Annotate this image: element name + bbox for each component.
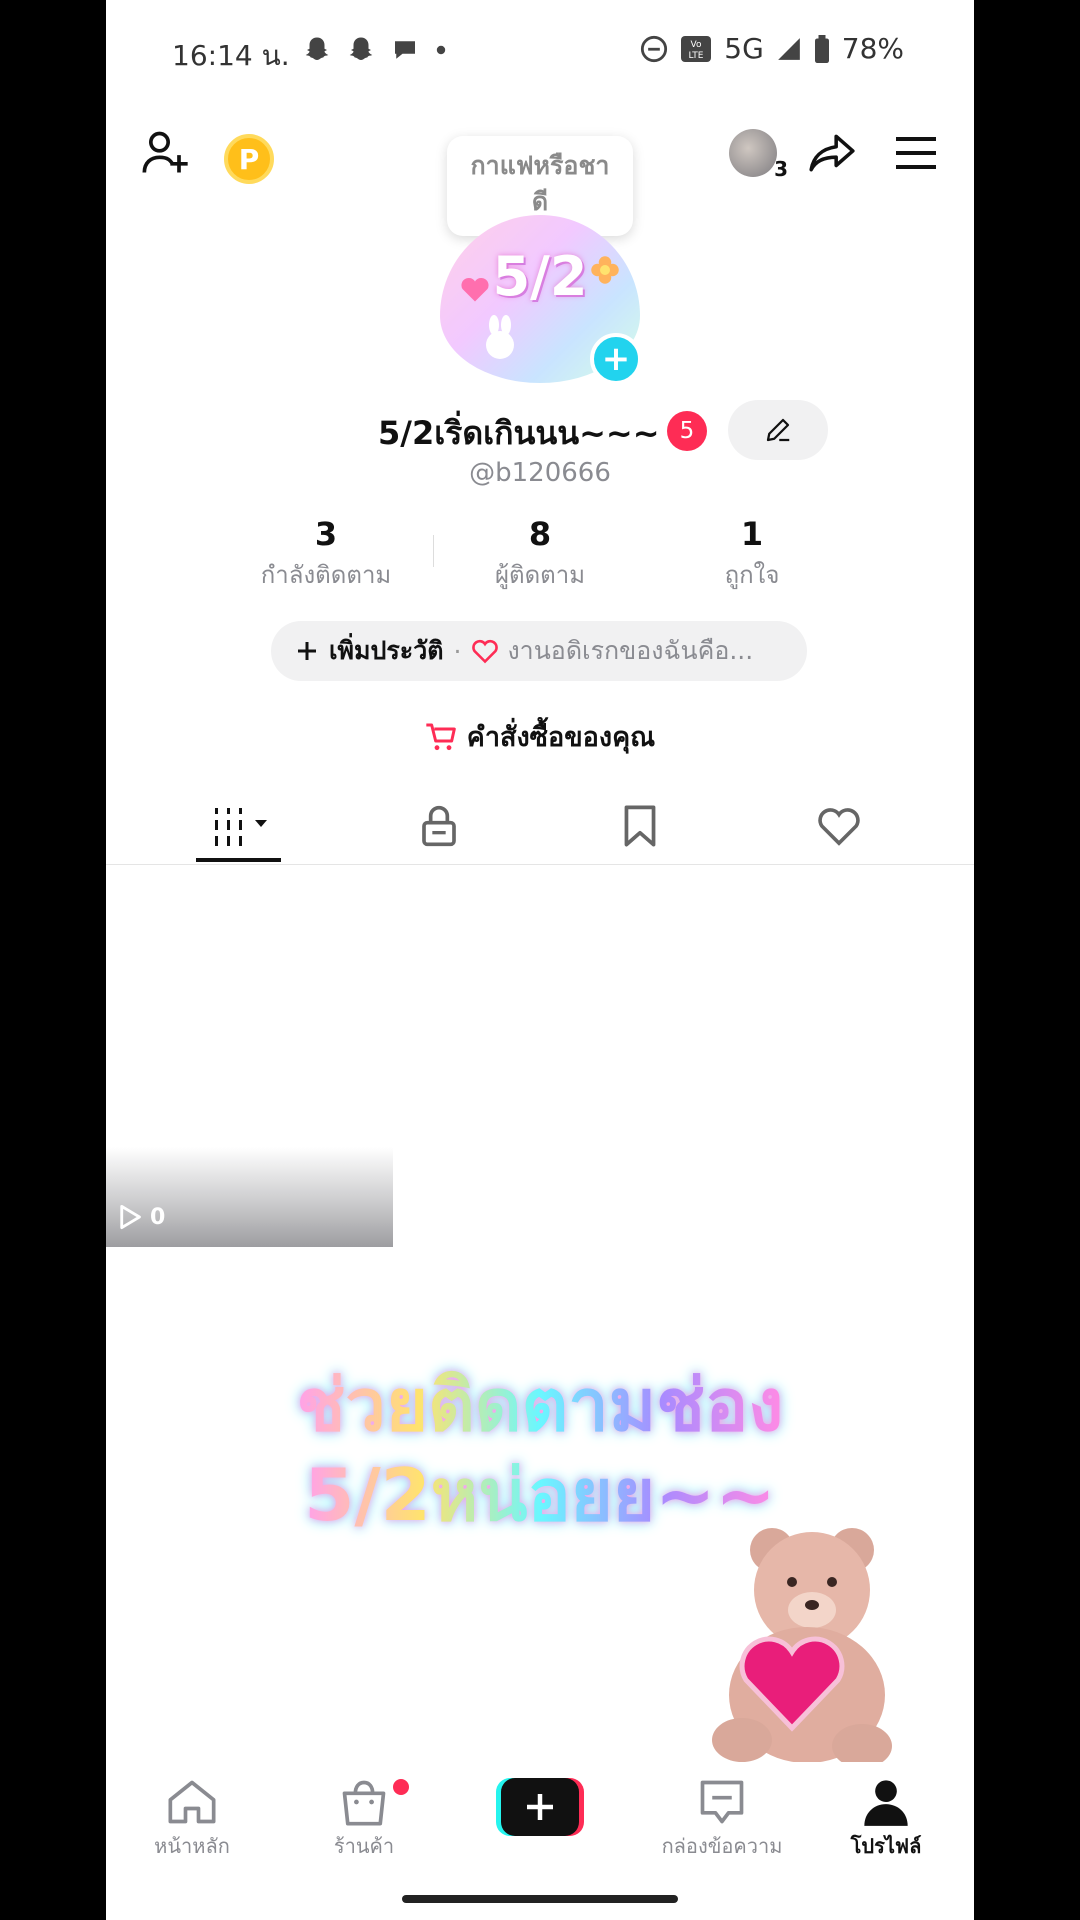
heart-outline-icon — [472, 639, 499, 664]
add-bio-label: เพิ่มประวัติ — [329, 636, 444, 665]
nav-inbox[interactable]: กล่องข้อความ — [642, 1778, 802, 1862]
view-count: 0 — [150, 1204, 166, 1230]
bookmark-icon — [624, 805, 656, 847]
shop-notification-dot — [393, 1779, 409, 1795]
nav-home[interactable]: หน้าหลัก — [112, 1778, 272, 1862]
status-left-icons — [302, 30, 448, 70]
video-view-count: 0 — [118, 1204, 165, 1230]
tab-videos[interactable] — [181, 790, 301, 862]
nav-shop[interactable]: ร้านค้า — [284, 1778, 444, 1862]
teddy-bear-sticker-icon — [712, 1528, 892, 1768]
cart-icon — [426, 723, 456, 750]
bunny-sticker-icon — [486, 315, 514, 359]
hamburger-icon — [896, 137, 936, 169]
network-type: 5G — [724, 32, 764, 65]
following-label: กำลังติดตาม — [260, 561, 392, 589]
add-friend-button[interactable] — [138, 125, 194, 181]
following-stat[interactable]: 3 กำลังติดตาม — [236, 515, 416, 594]
nav-profile[interactable]: โปรไฟล์ — [806, 1778, 966, 1862]
likes-label: ถูกใจ — [724, 561, 780, 589]
stat-divider — [433, 535, 434, 567]
home-indicator[interactable] — [402, 1895, 678, 1903]
plus-icon — [298, 642, 316, 660]
friends-count: 3 — [774, 157, 788, 181]
content-tabs — [106, 790, 974, 865]
coin-icon: P — [238, 142, 260, 176]
nav-home-label: หน้าหลัก — [154, 1834, 230, 1858]
heart-icon — [818, 808, 860, 846]
lock-icon — [422, 805, 456, 847]
likes-count: 1 — [740, 515, 764, 553]
play-icon — [120, 1204, 141, 1230]
heart-sticker-icon — [461, 277, 489, 302]
tab-saved[interactable] — [580, 790, 700, 862]
username-handle: @b120666 — [469, 458, 611, 488]
chat-bubble-icon — [395, 41, 415, 59]
pencil-icon — [766, 418, 790, 442]
notification-badge[interactable]: 5 — [667, 411, 707, 451]
bio-pill[interactable]: เพิ่มประวัติ · งานอดิเรกของฉันคือ... — [271, 621, 807, 681]
signal-icon — [777, 37, 800, 60]
flower-sticker-icon — [591, 256, 619, 284]
tab-liked[interactable] — [779, 790, 899, 862]
edit-profile-button[interactable] — [728, 400, 828, 460]
screen: 16:14 น. Vo LTE 5G 78% P กาแฟหรือชา ดี 3 … — [106, 0, 974, 1920]
following-count: 3 — [314, 515, 338, 553]
svg-text:Vo: Vo — [691, 40, 702, 50]
battery-level: 78% — [841, 32, 904, 65]
share-button[interactable] — [804, 125, 860, 181]
status-right: Vo LTE 5G 78% — [640, 32, 904, 65]
orders-link[interactable]: คำสั่งซื้อของคุณ — [106, 715, 974, 758]
snapchat-icon — [349, 37, 373, 60]
display-name: 5/2เริ่ดเกินนน~~~ — [378, 414, 660, 452]
shop-icon — [342, 1780, 386, 1826]
tooltip-text: กาแฟหรือชา ดี — [470, 151, 610, 216]
promo-line-1: ช่วยติดตามช่อง — [296, 1363, 784, 1447]
dnd-icon — [641, 35, 668, 62]
followers-label: ผู้ติดตาม — [494, 561, 586, 589]
menu-button[interactable] — [888, 125, 944, 181]
coin-button[interactable]: P — [224, 134, 274, 184]
avatar — [729, 129, 777, 177]
add-user-icon — [142, 131, 188, 173]
dot-icon — [436, 45, 446, 55]
active-tab-indicator — [196, 858, 281, 862]
snapchat-icon — [305, 37, 329, 60]
bio-separator: · — [453, 636, 462, 666]
share-icon — [809, 134, 855, 172]
profile-icon — [864, 1780, 908, 1826]
friends-avatar-button[interactable]: 3 — [718, 125, 788, 181]
svg-text:LTE: LTE — [689, 51, 704, 61]
nav-inbox-label: กล่องข้อความ — [661, 1834, 783, 1858]
video-thumbnail[interactable] — [106, 1147, 393, 1247]
videos-grid-icon — [215, 808, 267, 846]
volte-icon: VoLTE — [681, 35, 712, 62]
tab-private[interactable] — [379, 790, 499, 862]
bottom-navigation: หน้าหลัก ร้านค้า กล่องข้อความ โปรไฟล์ — [106, 1762, 974, 1872]
plus-icon: + — [601, 339, 631, 379]
nav-profile-label: โปรไฟล์ — [850, 1834, 922, 1858]
home-icon — [168, 1780, 216, 1824]
followers-count: 8 — [528, 515, 552, 553]
likes-stat[interactable]: 1 ถูกใจ — [662, 515, 842, 594]
orders-label: คำสั่งซื้อของคุณ — [466, 722, 656, 753]
add-story-button[interactable]: + — [590, 333, 642, 385]
nav-shop-label: ร้านค้า — [333, 1834, 395, 1858]
hobby-prompt: งานอดิเรกของฉันคือ... — [507, 636, 754, 665]
battery-icon — [814, 34, 829, 63]
status-time: 16:14 น. — [172, 39, 290, 72]
followers-stat[interactable]: 8 ผู้ติดตาม — [450, 515, 630, 594]
create-icon[interactable] — [496, 1778, 584, 1836]
inbox-icon — [700, 1780, 744, 1824]
